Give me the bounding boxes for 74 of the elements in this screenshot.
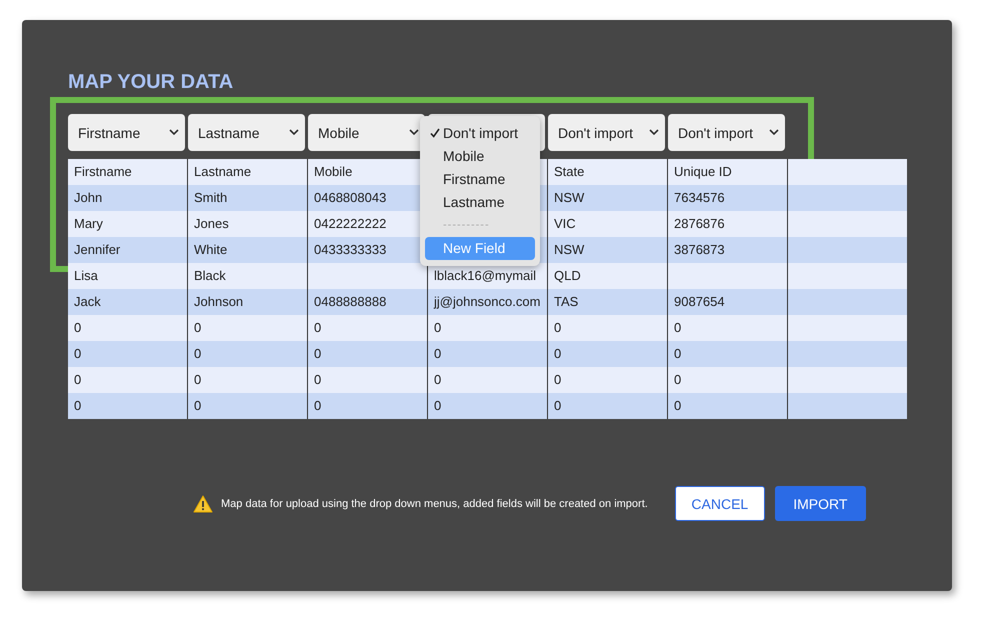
table-cell: 0 (194, 398, 202, 413)
table-cell: 0 (434, 372, 442, 387)
table-cell: 0 (194, 346, 202, 361)
column-dropdown[interactable]: Lastname (188, 114, 305, 151)
table-cell: 0 (434, 398, 442, 413)
column-dropdown[interactable]: Don't import (548, 114, 665, 151)
table-cell: 0 (434, 320, 442, 335)
table-cell: White (194, 242, 228, 257)
table-cell: Jennifer (74, 242, 120, 257)
column-header: Mobile (314, 164, 352, 179)
table-cell: Black (194, 268, 226, 283)
menu-option[interactable]: Lastname (425, 191, 535, 214)
table-cell: 2876876 (674, 216, 725, 231)
table-cell: 0 (194, 320, 202, 335)
table-cell: VIC (554, 216, 576, 231)
table-cell: 0422222222 (314, 216, 386, 231)
table-cell: 0 (74, 398, 82, 413)
table-cell: Lisa (74, 268, 98, 283)
table-cell: 0 (674, 346, 682, 361)
table-cell: Mary (74, 216, 103, 231)
table-cell: Smith (194, 190, 228, 205)
table-cell: 0 (554, 320, 562, 335)
menu-separator: ---------- (442, 218, 491, 233)
table-cell: 0 (554, 372, 562, 387)
table-cell: John (74, 190, 102, 205)
chevron-icon (769, 129, 779, 136)
import-button[interactable]: IMPORT (774, 486, 866, 521)
column-dropdown[interactable]: Don't import (668, 114, 785, 151)
table-cell: jj@johnsonco.com (434, 294, 540, 309)
table-cell: lblack16@mymail (434, 268, 536, 283)
table-cell: Jack (74, 294, 101, 309)
menu-option[interactable]: Mobile (425, 145, 535, 168)
table-cell: QLD (554, 268, 581, 283)
chevron-icon (649, 129, 659, 136)
table-cell: 0 (314, 320, 322, 335)
dialog-title: MAP YOUR DATA (68, 70, 234, 94)
info-message: Map data for upload using the drop down menus, added fields will be created on import. (221, 498, 648, 510)
table-cell: NSW (554, 242, 584, 257)
table-cell: Johnson (194, 294, 244, 309)
table-cell: 0 (674, 398, 682, 413)
table-cell: 9087654 (674, 294, 725, 309)
chevron-icon (409, 129, 419, 136)
warning-icon (193, 494, 213, 512)
table-cell: NSW (554, 190, 584, 205)
table-cell: 0 (554, 398, 562, 413)
menu-option[interactable]: Firstname (425, 168, 535, 191)
column-header: Firstname (74, 164, 132, 179)
table-cell: 0488888888 (314, 294, 386, 309)
table-cell: 0 (674, 372, 682, 387)
column-header: Unique ID (674, 164, 732, 179)
table-cell: 0 (74, 372, 82, 387)
table-cell: 0 (554, 346, 562, 361)
chevron-icon (169, 129, 179, 136)
table-cell: 3876873 (674, 242, 725, 257)
table-cell: 0 (314, 372, 322, 387)
table-cell: TAS (554, 294, 578, 309)
table-cell: 0 (434, 346, 442, 361)
table-cell: 0 (74, 346, 82, 361)
table-cell: 0 (314, 346, 322, 361)
chevron-icon (289, 129, 299, 136)
table-cell: 0 (74, 320, 82, 335)
table-cell: 0433333333 (314, 242, 386, 257)
table-cell: 0 (674, 320, 682, 335)
column-dropdown[interactable]: Firstname (68, 114, 185, 151)
table-cell: 0468808043 (314, 190, 386, 205)
column-dropdown[interactable]: Mobile (308, 114, 425, 151)
table-cell: 0 (194, 372, 202, 387)
table-cell: Jones (194, 216, 229, 231)
menu-option[interactable]: Don't import (425, 122, 535, 145)
table-cell: 0 (314, 398, 322, 413)
cancel-button[interactable]: CANCEL (674, 486, 765, 521)
column-header: State (554, 164, 584, 179)
table-cell: 7634576 (674, 190, 725, 205)
column-header: Lastname (194, 164, 252, 179)
